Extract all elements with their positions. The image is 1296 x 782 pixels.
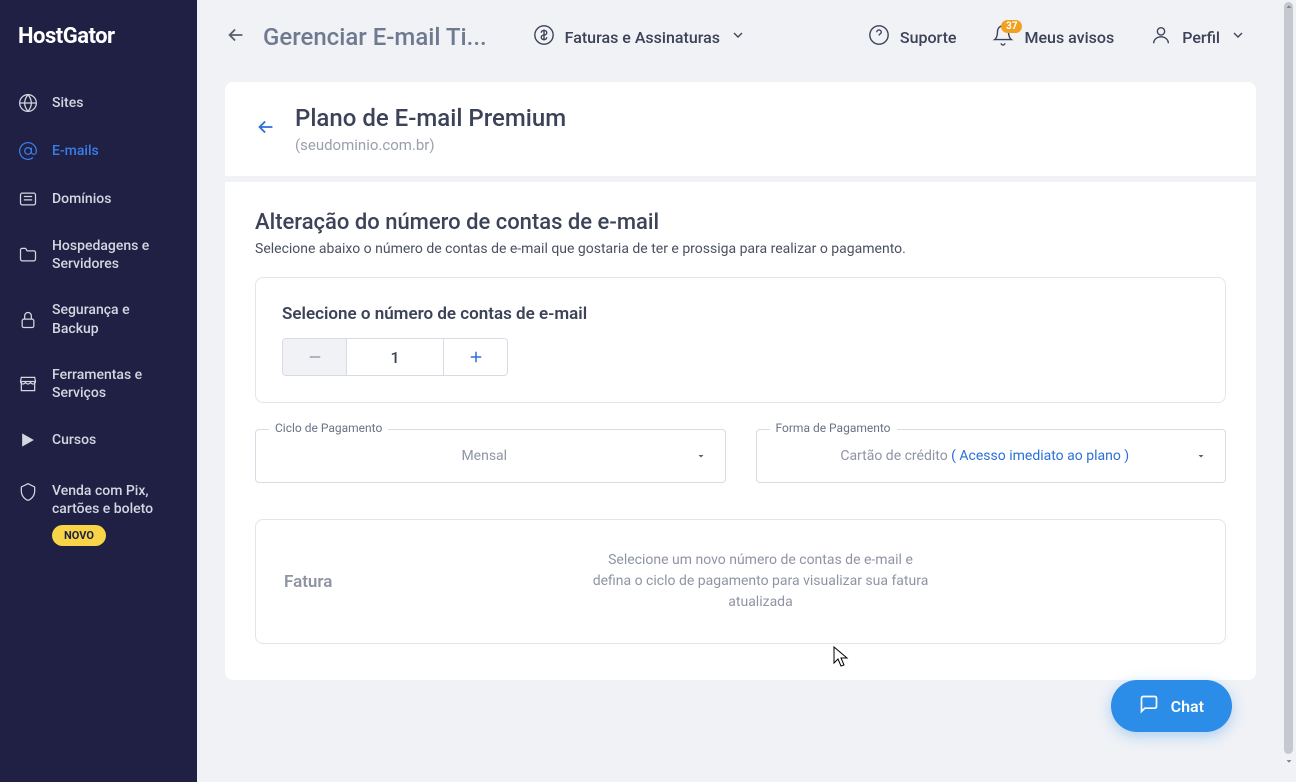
topbar-profile[interactable]: Perfil [1140, 18, 1256, 56]
lock-icon [18, 310, 38, 330]
sidebar-item-label: Hospedagens e Servidores [52, 237, 179, 273]
cycle-select[interactable]: Mensal [255, 429, 726, 483]
card-body: Alteração do número de contas de e-mail … [225, 182, 1256, 680]
play-icon [18, 430, 38, 450]
globe-icon [18, 93, 38, 113]
bell-icon [992, 31, 1014, 50]
plan-title: Plano de E-mail Premium [295, 104, 566, 132]
sidebar-item-label: Venda com Pix, cartões e boleto [52, 483, 153, 517]
section-title: Alteração do número de contas de e-mail [255, 210, 1226, 235]
logo: HostGator [0, 0, 197, 79]
sidebar-item-security[interactable]: Segurança e Backup [0, 287, 197, 351]
cycle-select-wrapper: Ciclo de Pagamento Mensal [255, 429, 726, 483]
chat-icon [1139, 694, 1159, 718]
chat-label: Chat [1171, 697, 1204, 716]
payment-select-label: Forma de Pagamento [770, 421, 897, 435]
topbar-item-label: Perfil [1182, 28, 1220, 47]
sidebar-item-tools[interactable]: Ferramentas e Serviços [0, 352, 197, 416]
scroll-up-icon[interactable] [1282, 0, 1296, 14]
chevron-down-icon [730, 27, 746, 47]
chevron-down-icon [1230, 27, 1246, 47]
list-icon [18, 189, 38, 209]
notification-count-badge: 37 [1001, 20, 1022, 33]
topbar-invoices[interactable]: Faturas e Assinaturas [523, 18, 756, 56]
caret-down-icon [695, 447, 707, 466]
accounts-label: Selecione o número de contas de e-mail [282, 304, 1199, 324]
sidebar: HostGator Sites E-mails Domínios Hospeda… [0, 0, 197, 782]
payment-select-wrapper: Forma de Pagamento Cartão de crédito ( A… [756, 429, 1227, 483]
payment-select-value: Cartão de crédito ( Acesso imediato ao p… [775, 448, 1196, 464]
page-title: Gerenciar E-mail Ti... [263, 23, 487, 51]
topbar-item-label: Meus avisos [1024, 28, 1114, 47]
stepper-value: 1 [347, 339, 443, 375]
sidebar-item-label: Cursos [52, 431, 96, 449]
invoice-description: Selecione um novo número de contas de e-… [591, 550, 931, 613]
scrollbar-thumb[interactable] [1284, 2, 1293, 754]
invoice-box: Fatura Selecione um novo número de conta… [255, 519, 1226, 644]
sidebar-item-cursos[interactable]: Cursos [0, 416, 197, 464]
sidebar-item-label: Domínios [52, 190, 111, 208]
section-description: Selecione abaixo o número de contas de e… [255, 241, 1226, 257]
back-arrow-icon[interactable] [225, 24, 247, 50]
accounts-box: Selecione o número de contas de e-mail 1 [255, 277, 1226, 403]
topbar-item-label: Faturas e Assinaturas [565, 28, 720, 47]
sidebar-item-label: Segurança e Backup [52, 301, 179, 337]
caret-down-icon [1195, 447, 1207, 466]
dollar-icon [533, 24, 555, 50]
chat-button[interactable]: Chat [1111, 680, 1232, 732]
cycle-select-value: Mensal [274, 448, 695, 464]
sidebar-item-emails[interactable]: E-mails [0, 127, 197, 175]
sidebar-item-content: Venda com Pix, cartões e boleto NOVO [52, 482, 179, 545]
user-icon [1150, 24, 1172, 50]
scrollbar[interactable] [1282, 0, 1296, 782]
invoice-title: Fatura [284, 572, 564, 592]
novo-badge: NOVO [52, 525, 106, 546]
stepper-minus-button[interactable] [283, 339, 347, 375]
sidebar-item-label: Sites [52, 94, 83, 112]
topbar-notifications[interactable]: 37 Meus avisos [982, 18, 1124, 56]
back-arrow-icon[interactable] [255, 116, 277, 142]
help-icon [868, 24, 890, 50]
sidebar-item-sites[interactable]: Sites [0, 79, 197, 127]
at-icon [18, 141, 38, 161]
sidebar-item-dominios[interactable]: Domínios [0, 175, 197, 223]
main-content: Gerenciar E-mail Ti... Faturas e Assinat… [197, 0, 1296, 782]
sidebar-item-label: Ferramentas e Serviços [52, 366, 179, 402]
sidebar-item-venda[interactable]: Venda com Pix, cartões e boleto NOVO [0, 464, 197, 559]
cycle-select-label: Ciclo de Pagamento [269, 421, 388, 435]
folder-icon [18, 245, 38, 265]
sidebar-item-label: E-mails [52, 142, 99, 160]
store-icon [18, 374, 38, 394]
topbar-item-label: Suporte [900, 28, 957, 47]
stepper-plus-button[interactable] [443, 339, 507, 375]
quantity-stepper: 1 [282, 338, 508, 376]
payment-select[interactable]: Cartão de crédito ( Acesso imediato ao p… [756, 429, 1227, 483]
topbar-support[interactable]: Suporte [858, 18, 967, 56]
scroll-down-icon[interactable] [1282, 754, 1296, 768]
shield-icon [18, 482, 38, 502]
sidebar-item-hosting[interactable]: Hospedagens e Servidores [0, 223, 197, 287]
select-row: Ciclo de Pagamento Mensal Forma de Pagam… [255, 429, 1226, 483]
plan-domain: (seudominio.com.br) [295, 136, 566, 154]
topbar: Gerenciar E-mail Ti... Faturas e Assinat… [197, 0, 1296, 74]
card-header: Plano de E-mail Premium (seudominio.com.… [225, 82, 1256, 176]
